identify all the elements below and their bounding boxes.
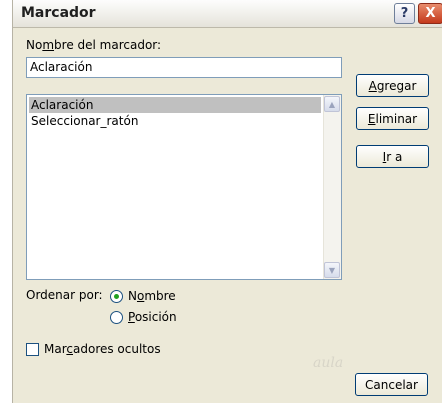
- checkbox-icon[interactable]: [26, 342, 39, 356]
- radio-unchecked-icon[interactable]: [110, 310, 123, 324]
- bookmark-name-input[interactable]: Aclaración: [26, 57, 342, 78]
- sort-by-name-label: Nombre: [128, 289, 176, 303]
- radio-checked-icon[interactable]: [110, 289, 123, 303]
- list-item[interactable]: Seleccionar_ratón: [29, 113, 138, 129]
- go-to-button[interactable]: Ir a: [356, 145, 429, 168]
- title-bar: Marcador ? X: [13, 0, 442, 28]
- bookmark-dialog: Marcador ? X Nombre del marcador: Aclara…: [12, 0, 442, 403]
- help-icon: ?: [400, 6, 409, 21]
- delete-button[interactable]: Eliminar: [356, 107, 429, 130]
- list-scrollbar[interactable]: ▲ ▼: [323, 95, 341, 279]
- add-button[interactable]: Agregar: [356, 74, 429, 97]
- sort-by-name-radio[interactable]: Nombre: [110, 289, 176, 303]
- watermark: aula: [313, 355, 344, 371]
- help-button[interactable]: ?: [394, 3, 415, 24]
- cancel-button[interactable]: Cancelar: [355, 373, 428, 396]
- bookmark-name-label: Nombre del marcador:: [26, 38, 162, 52]
- close-button[interactable]: X: [418, 3, 442, 24]
- bookmark-list[interactable]: Aclaración Seleccionar_ratón ▲ ▼: [26, 94, 342, 280]
- scroll-up-icon[interactable]: ▲: [324, 96, 340, 112]
- scroll-down-icon[interactable]: ▼: [324, 262, 340, 278]
- sort-by-position-radio[interactable]: Posición: [110, 310, 177, 324]
- sort-by-label: Ordenar por:: [26, 288, 103, 302]
- hidden-bookmarks-label: Marcadores ocultos: [44, 342, 161, 356]
- list-item[interactable]: Aclaración: [29, 97, 321, 113]
- close-icon: X: [425, 6, 436, 21]
- hidden-bookmarks-checkbox[interactable]: Marcadores ocultos: [26, 342, 161, 356]
- dialog-title: Marcador: [21, 5, 96, 21]
- sort-by-position-label: Posición: [128, 310, 177, 324]
